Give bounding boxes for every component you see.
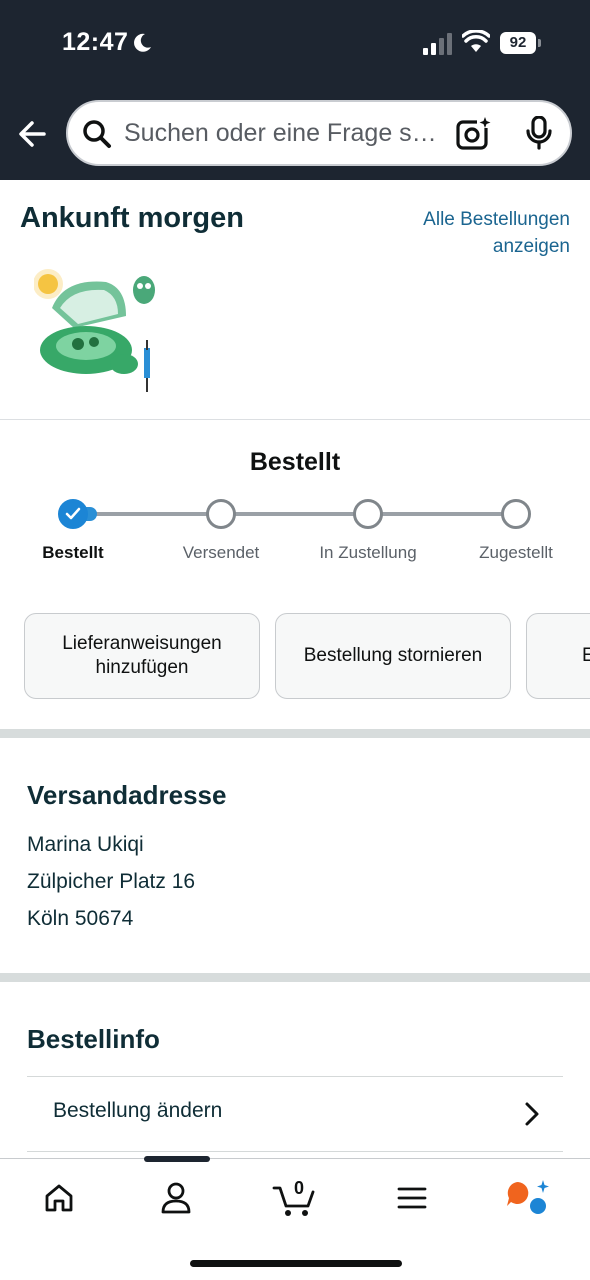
nav-rufus-button[interactable] bbox=[497, 1173, 557, 1223]
battery-level: 92 bbox=[500, 32, 536, 54]
cellular-signal-icon bbox=[423, 33, 452, 55]
home-icon bbox=[45, 1184, 73, 1212]
change-order-label: Bestellung ändern bbox=[53, 1099, 223, 1122]
more-action-label: E bbox=[582, 645, 590, 666]
status-time: 12:47 bbox=[62, 28, 129, 56]
section-divider bbox=[0, 419, 590, 420]
cart-icon bbox=[272, 1186, 315, 1216]
cancel-order-button[interactable]: Bestellung stornieren bbox=[275, 613, 511, 699]
step-label-shipped: Versendet bbox=[182, 543, 260, 562]
search-input[interactable] bbox=[124, 102, 450, 164]
battery-indicator: 92 bbox=[500, 32, 542, 54]
arrival-title: Ankunft morgen bbox=[20, 202, 244, 234]
active-tab-indicator bbox=[144, 1156, 210, 1162]
rufus-assistant-icon bbox=[507, 1180, 549, 1214]
microphone-icon[interactable] bbox=[526, 116, 552, 150]
all-orders-link[interactable]: Alle Bestellungen anzeigen bbox=[380, 206, 570, 260]
step-dot-out-for-delivery bbox=[353, 499, 383, 529]
user-icon bbox=[161, 1182, 191, 1214]
address-street: Zülpicher Platz 16 bbox=[27, 870, 196, 893]
add-delivery-instructions-line2: hinzufügen bbox=[95, 657, 189, 678]
cart-icon-wrap: 0 bbox=[272, 1178, 316, 1218]
all-orders-link-line2: anzeigen bbox=[492, 236, 570, 257]
progress-track bbox=[73, 512, 515, 516]
shipping-address-title: Versandadresse bbox=[27, 780, 227, 810]
add-delivery-instructions-button[interactable]: Lieferanweisungen hinzufügen bbox=[24, 613, 260, 699]
step-label-ordered: Bestellt bbox=[42, 543, 104, 562]
address-name: Marina Ukiqi bbox=[27, 833, 144, 856]
change-order-row[interactable]: Bestellung ändern bbox=[27, 1076, 563, 1152]
back-arrow-icon[interactable] bbox=[14, 114, 54, 154]
nav-home-button[interactable] bbox=[29, 1173, 89, 1223]
address-city: Köln 50674 bbox=[27, 907, 134, 930]
order-details-page: 12:47 92 Suchen oder eine Frage s… Ankun… bbox=[0, 0, 590, 1280]
nav-menu-button[interactable] bbox=[382, 1173, 442, 1223]
section-divider-thick bbox=[0, 973, 590, 982]
all-orders-link-line1: Alle Bestellungen bbox=[423, 209, 570, 230]
moon-icon bbox=[134, 33, 151, 52]
checkmark-icon bbox=[65, 507, 81, 520]
app-header: 12:47 92 bbox=[0, 0, 590, 180]
more-action-button[interactable]: E bbox=[526, 613, 590, 699]
nav-cart-button[interactable]: 0 bbox=[264, 1173, 324, 1223]
chevron-right-icon bbox=[525, 1102, 539, 1126]
camera-lens-icon[interactable] bbox=[456, 116, 492, 150]
cancel-order-label: Bestellung stornieren bbox=[303, 645, 483, 666]
home-indicator bbox=[190, 1260, 402, 1267]
step-dot-ordered bbox=[58, 499, 88, 529]
add-delivery-instructions-line1: Lieferanweisungen bbox=[62, 633, 222, 654]
step-dot-shipped bbox=[206, 499, 236, 529]
nav-account-button[interactable] bbox=[146, 1173, 206, 1223]
step-dot-delivered bbox=[501, 499, 531, 529]
section-divider-thick bbox=[0, 729, 590, 738]
wifi-icon bbox=[462, 30, 490, 52]
order-info-title: Bestellinfo bbox=[27, 1024, 160, 1054]
search-bar[interactable] bbox=[66, 100, 572, 166]
progress-title: Bestellt bbox=[249, 448, 341, 476]
step-label-delivered: Zugestellt bbox=[479, 543, 553, 562]
search-icon bbox=[83, 120, 111, 148]
step-label-out-for-delivery: In Zustellung bbox=[319, 543, 417, 562]
battery-tip bbox=[538, 39, 541, 47]
product-image[interactable] bbox=[34, 268, 160, 396]
hamburger-menu-icon bbox=[397, 1187, 427, 1209]
